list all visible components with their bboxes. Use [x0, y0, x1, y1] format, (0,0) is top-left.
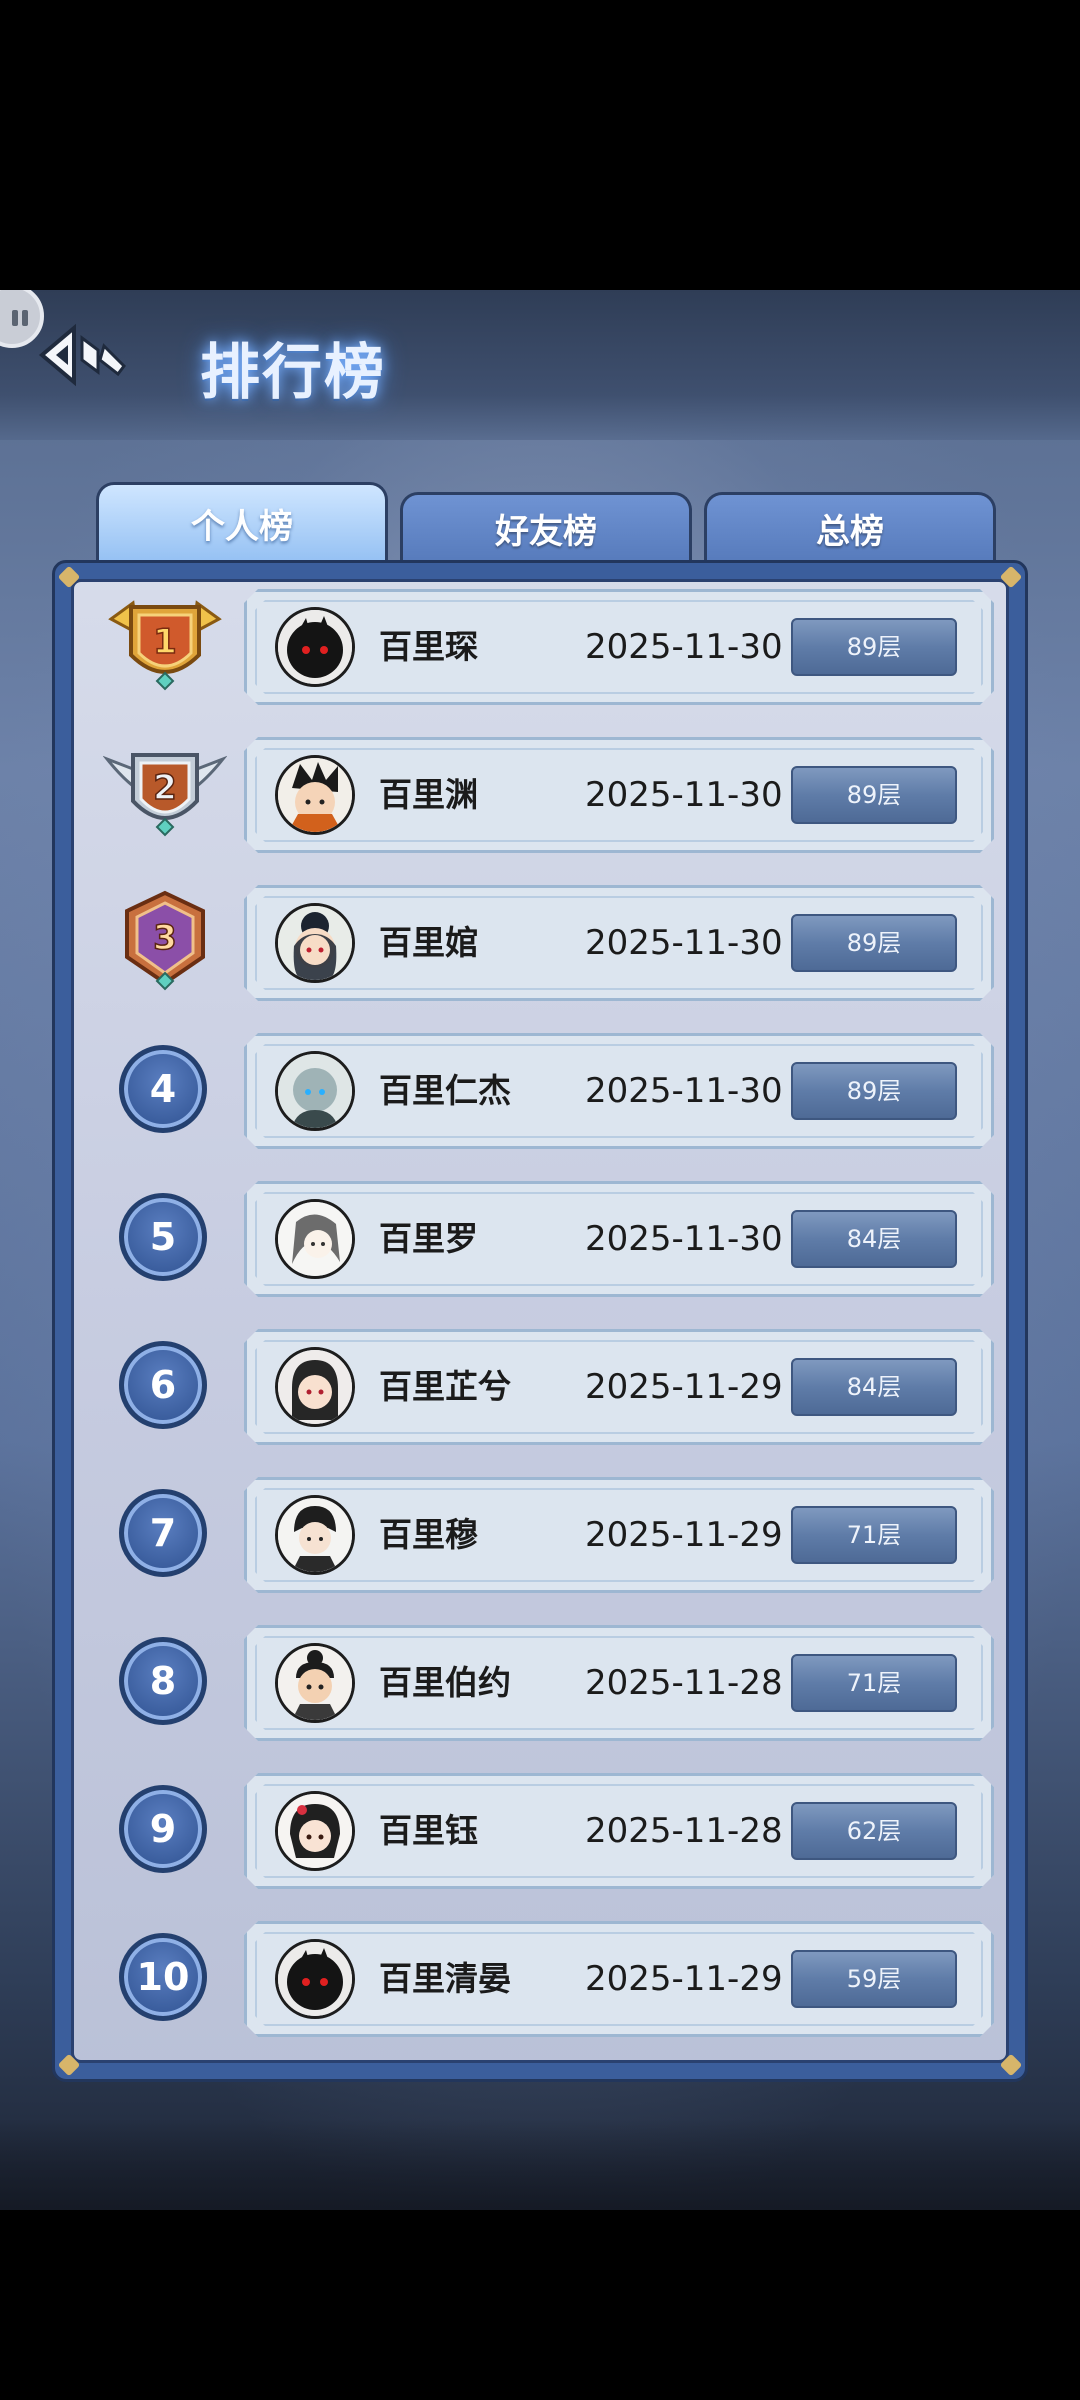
player-avatar: [275, 1347, 355, 1427]
player-avatar: [275, 903, 355, 983]
leaderboard-row[interactable]: 4 百里仁杰 2025-11-30 89层: [55, 1029, 1031, 1153]
rank-number: 7: [119, 1489, 207, 1577]
player-card: 百里伯约 2025-11-28 71层: [244, 1625, 994, 1741]
player-name: 百里钰: [379, 1811, 478, 1850]
rank-number: 5: [119, 1193, 207, 1281]
leaderboard-row[interactable]: 7 百里穆 2025-11-29 71层: [55, 1473, 1031, 1597]
player-card: 百里罗 2025-11-30 84层: [244, 1181, 994, 1297]
page-title: 排行榜: [200, 338, 386, 408]
rank-number: 4: [119, 1045, 207, 1133]
back-arrow-icon: [38, 323, 126, 387]
player-card: 百里琛 2025-11-30 89层: [244, 589, 994, 705]
player-avatar: [275, 1199, 355, 1279]
record-date: 2025-11-30: [585, 627, 783, 667]
player-name: 百里罗: [379, 1219, 478, 1258]
floor-badge: 89层: [791, 1062, 957, 1120]
record-date: 2025-11-29: [585, 1515, 783, 1555]
record-date: 2025-11-29: [585, 1367, 783, 1407]
player-name: 百里穆: [379, 1515, 478, 1554]
leaderboard-row[interactable]: 8 百里伯约 2025-11-28 71层: [55, 1621, 1031, 1745]
record-date: 2025-11-30: [585, 1219, 783, 1259]
floor-badge: 59层: [791, 1950, 957, 2008]
rank-number: 9: [119, 1785, 207, 1873]
record-date: 2025-11-28: [585, 1663, 783, 1703]
tab-personal[interactable]: 个人榜: [96, 482, 388, 570]
leaderboard-row[interactable]: 2 百里渊 2025-11-30 89层: [55, 733, 1031, 857]
player-name: 百里仁杰: [379, 1071, 511, 1110]
player-avatar: [275, 755, 355, 835]
player-avatar: [275, 1643, 355, 1723]
player-avatar: [275, 607, 355, 687]
tab-friends[interactable]: 好友榜: [400, 492, 692, 570]
player-card: 百里穆 2025-11-29 71层: [244, 1477, 994, 1593]
bronze-medal-icon: 3: [125, 890, 205, 991]
record-date: 2025-11-30: [585, 1071, 783, 1111]
rank-number: 6: [119, 1341, 207, 1429]
player-name: 百里渊: [379, 775, 478, 814]
tab-overall[interactable]: 总榜: [704, 492, 996, 570]
floor-badge: 62层: [791, 1802, 957, 1860]
player-name: 百里芷兮: [379, 1367, 511, 1406]
player-name: 百里琛: [379, 627, 478, 666]
leaderboard-panel: 1 百里琛 2025-11-30 89层 2 百里渊 2025-11-30 89…: [52, 560, 1028, 2082]
medal-rank-label: 3: [153, 918, 177, 958]
record-date: 2025-11-29: [585, 1959, 783, 1999]
player-card: 百里仁杰 2025-11-30 89层: [244, 1033, 994, 1149]
leaderboard-row[interactable]: 1 百里琛 2025-11-30 89层: [55, 585, 1031, 709]
floor-badge: 71层: [791, 1654, 957, 1712]
player-card: 百里渊 2025-11-30 89层: [244, 737, 994, 853]
leaderboard-row[interactable]: 6 百里芷兮 2025-11-29 84层: [55, 1325, 1031, 1449]
leaderboard-tabs: 个人榜 好友榜 总榜: [96, 480, 996, 570]
player-card: 百里钰 2025-11-28 62层: [244, 1773, 994, 1889]
record-date: 2025-11-28: [585, 1811, 783, 1851]
floor-badge: 84层: [791, 1358, 957, 1416]
player-avatar: [275, 1791, 355, 1871]
back-button[interactable]: [38, 320, 134, 390]
player-card: 百里芷兮 2025-11-29 84层: [244, 1329, 994, 1445]
floor-badge: 89层: [791, 914, 957, 972]
player-avatar: [275, 1051, 355, 1131]
record-date: 2025-11-30: [585, 775, 783, 815]
player-card: 百里婠 2025-11-30 89层: [244, 885, 994, 1001]
player-name: 百里伯约: [379, 1663, 511, 1702]
player-name: 百里清晏: [379, 1959, 511, 1998]
rank-number: 10: [119, 1933, 207, 2021]
bottom-fade: [0, 2120, 1080, 2210]
floor-badge: 89层: [791, 618, 957, 676]
floor-badge: 84层: [791, 1210, 957, 1268]
leaderboard-row[interactable]: 10 百里清晏 2025-11-29 59层: [55, 1917, 1031, 2041]
game-screen: 排行榜 个人榜 好友榜 总榜 1 百里琛 2025-11-30 89层 2 百里…: [0, 290, 1080, 2210]
player-name: 百里婠: [379, 923, 478, 962]
leaderboard-row[interactable]: 5 百里罗 2025-11-30 84层: [55, 1177, 1031, 1301]
leaderboard-row[interactable]: 3 百里婠 2025-11-30 89层: [55, 881, 1031, 1005]
player-card: 百里清晏 2025-11-29 59层: [244, 1921, 994, 2037]
record-date: 2025-11-30: [585, 923, 783, 963]
gold-medal-icon: 1: [108, 600, 222, 691]
medal-rank-label: 2: [153, 768, 177, 808]
medal-rank-label: 1: [153, 622, 177, 662]
header-bar: 排行榜: [0, 290, 1080, 440]
silver-medal-icon: 2: [103, 753, 227, 837]
floor-badge: 71层: [791, 1506, 957, 1564]
rank-number: 8: [119, 1637, 207, 1725]
player-avatar: [275, 1939, 355, 2019]
leaderboard-row[interactable]: 9 百里钰 2025-11-28 62层: [55, 1769, 1031, 1893]
player-avatar: [275, 1495, 355, 1575]
floor-badge: 89层: [791, 766, 957, 824]
